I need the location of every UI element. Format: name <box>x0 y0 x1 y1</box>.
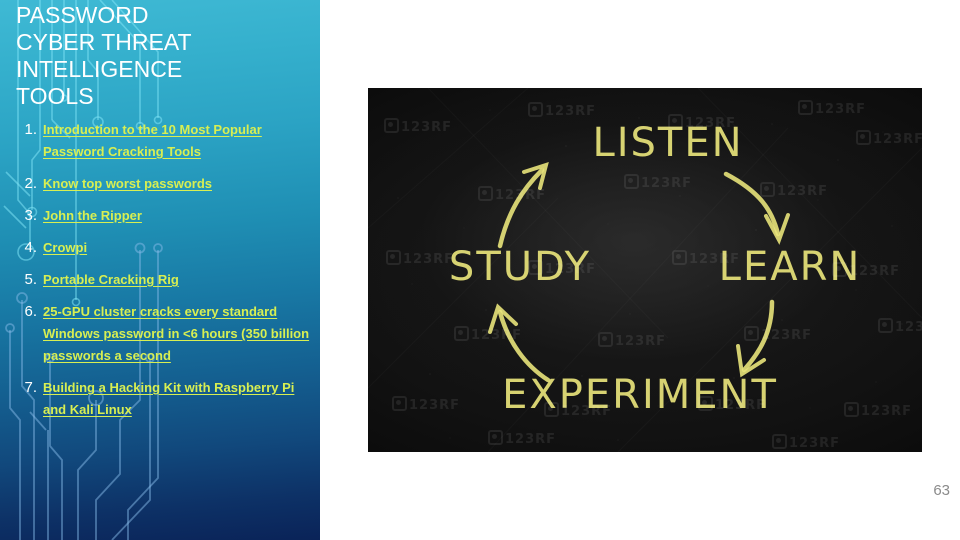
watermark-123rf: 123RF <box>392 394 460 413</box>
watermark-label: 123RF <box>495 188 547 203</box>
list-item[interactable]: 7. Building a Hacking Kit with Raspberry… <box>10 377 320 421</box>
watermark-123rf: 123RF <box>744 324 812 343</box>
watermark-label: 123RF <box>873 132 922 147</box>
camera-icon <box>528 260 543 275</box>
watermark-123rf: 123RF <box>454 324 522 343</box>
watermark-123rf: 123RF <box>672 248 740 267</box>
arrow-experiment-to-study <box>497 309 551 383</box>
list-item-number: 2. <box>24 175 37 192</box>
watermark-label: 123RF <box>861 404 913 419</box>
watermark-123rf: 123RF <box>598 330 666 349</box>
camera-icon <box>392 396 407 411</box>
watermark-123rf: 123RF <box>798 98 866 117</box>
camera-icon <box>488 430 503 445</box>
camera-icon <box>624 174 639 189</box>
watermark-123rf: 123RF <box>488 428 556 447</box>
list-item-number: 1. <box>24 121 37 138</box>
watermark-label: 123RF <box>403 252 455 267</box>
watermark-label: 123RF <box>615 334 667 349</box>
topic-list: 1. Introduction to the 10 Most Popular P… <box>10 119 320 431</box>
camera-icon <box>668 114 683 129</box>
topic-link-3[interactable]: John the Ripper <box>43 205 142 227</box>
watermark-123rf: 123RF <box>624 172 692 191</box>
list-item[interactable]: 4. Crowpi <box>10 237 320 259</box>
watermark-label: 123RF <box>409 398 461 413</box>
camera-icon <box>478 186 493 201</box>
watermark-123rf: 123RF <box>832 260 900 279</box>
watermark-label: 123RF <box>789 436 841 451</box>
list-item[interactable]: 5. Portable Cracking Rig <box>10 269 320 291</box>
list-item-number: 5. <box>24 271 37 288</box>
watermark-label: 123RF <box>401 120 453 135</box>
camera-icon <box>672 250 687 265</box>
slide-canvas: PASSWORD CYBER THREAT INTELLIGENCE TOOLS… <box>0 0 960 540</box>
watermark-123rf: 123RF <box>760 180 828 199</box>
camera-icon <box>528 102 543 117</box>
camera-icon <box>744 326 759 341</box>
camera-icon <box>832 262 847 277</box>
sidebar-content: PASSWORD CYBER THREAT INTELLIGENCE TOOLS… <box>0 0 320 540</box>
sidebar-panel: PASSWORD CYBER THREAT INTELLIGENCE TOOLS… <box>0 0 320 540</box>
topic-link-5[interactable]: Portable Cracking Rig <box>43 269 179 291</box>
watermark-label: 123RF <box>815 102 867 117</box>
camera-icon <box>384 118 399 133</box>
list-item-number: 7. <box>24 379 37 396</box>
page-number: 63 <box>933 482 950 499</box>
watermark-label: 123RF <box>545 104 597 119</box>
watermark-123rf: 123RF <box>668 112 736 131</box>
camera-icon <box>878 318 893 333</box>
camera-icon <box>454 326 469 341</box>
camera-icon <box>598 332 613 347</box>
watermark-123rf: 123RF <box>528 258 596 277</box>
watermark-123rf: 123RF <box>844 400 912 419</box>
camera-icon <box>798 100 813 115</box>
topic-link-1[interactable]: Introduction to the 10 Most Popular Pass… <box>43 119 320 163</box>
list-item[interactable]: 1. Introduction to the 10 Most Popular P… <box>10 119 320 163</box>
watermark-123rf: 123RF <box>384 116 452 135</box>
topic-link-2[interactable]: Know top worst passwords <box>43 173 212 195</box>
watermark-123rf: 123RF <box>698 394 766 413</box>
blackboard-image: LISTEN LEARN EXPERIMENT STUDY 123RF 123RF… <box>368 88 922 452</box>
watermark-123rf: 123RF <box>856 128 922 147</box>
camera-icon <box>760 182 775 197</box>
watermark-label: 123RF <box>545 262 597 277</box>
list-item-number: 3. <box>24 207 37 224</box>
watermark-123rf: 123RF <box>478 184 546 203</box>
page-title: PASSWORD CYBER THREAT INTELLIGENCE TOOLS <box>16 2 192 109</box>
camera-icon <box>856 130 871 145</box>
list-item[interactable]: 2. Know top worst passwords <box>10 173 320 195</box>
topic-link-7[interactable]: Building a Hacking Kit with Raspberry Pi… <box>43 377 320 421</box>
camera-icon <box>544 402 559 417</box>
watermark-123rf: 123RF <box>772 432 840 451</box>
watermark-label: 123RF <box>849 264 901 279</box>
watermark-label: 123RF <box>777 184 829 199</box>
list-item-number: 6. <box>24 303 37 320</box>
watermark-label: 123RF <box>641 176 693 191</box>
watermark-label: 123RF <box>471 328 523 343</box>
watermark-label: 123RF <box>689 252 741 267</box>
camera-icon <box>772 434 787 449</box>
watermark-label: 123RF <box>895 320 922 335</box>
topic-link-6[interactable]: 25-GPU cluster cracks every standard Win… <box>43 301 320 367</box>
camera-icon <box>698 396 713 411</box>
camera-icon <box>844 402 859 417</box>
watermark-123rf: 123RF <box>878 316 922 335</box>
watermark-label: 123RF <box>715 398 767 413</box>
watermark-label: 123RF <box>505 432 557 447</box>
watermark-label: 123RF <box>685 116 737 131</box>
list-item[interactable]: 3. John the Ripper <box>10 205 320 227</box>
topic-link-4[interactable]: Crowpi <box>43 237 87 259</box>
watermark-label: 123RF <box>761 328 813 343</box>
arrow-study-to-listen <box>497 167 545 249</box>
list-item[interactable]: 6. 25-GPU cluster cracks every standard … <box>10 301 320 367</box>
list-item-number: 4. <box>24 239 37 256</box>
watermark-123rf: 123RF <box>544 400 612 419</box>
watermark-123rf: 123RF <box>528 100 596 119</box>
camera-icon <box>386 250 401 265</box>
watermark-123rf: 123RF <box>386 248 454 267</box>
watermark-label: 123RF <box>561 404 613 419</box>
